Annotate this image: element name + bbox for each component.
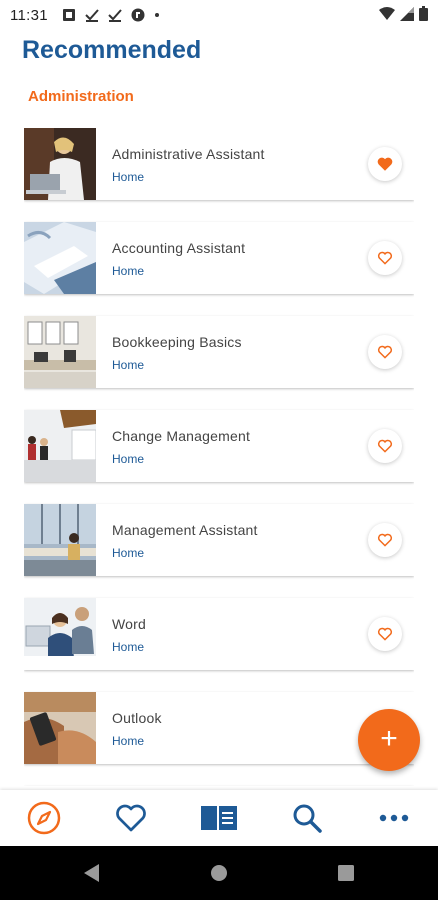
course-thumbnail: [24, 222, 96, 294]
course-list[interactable]: Administrative Assistant Home Accounting…: [24, 128, 414, 786]
nav-explore[interactable]: [14, 793, 74, 843]
favorite-button[interactable]: [368, 241, 402, 275]
home-icon[interactable]: [210, 863, 228, 883]
back-icon[interactable]: [82, 863, 100, 883]
course-title: Management Assistant: [112, 522, 258, 538]
documents-laptop-photo: [24, 222, 96, 294]
course-thumbnail: [24, 316, 96, 388]
page-title: Recommended: [22, 36, 202, 64]
heart-outline-icon: [377, 251, 393, 265]
check-icon: [85, 9, 99, 22]
course-thumbnail: [24, 692, 96, 764]
course-category[interactable]: Home: [112, 546, 144, 560]
add-button[interactable]: +: [358, 709, 420, 771]
course-category[interactable]: Home: [112, 640, 144, 654]
office-room-photo: [24, 316, 96, 388]
course-title: Word: [112, 616, 146, 632]
course-category[interactable]: Home: [112, 264, 144, 278]
heart-outline-icon: [377, 345, 393, 359]
course-title: Outlook: [112, 710, 162, 726]
status-bar: 11:31: [0, 0, 438, 30]
course-card[interactable]: Outlook Home: [24, 692, 414, 764]
favorite-button[interactable]: [368, 429, 402, 463]
compass-icon: [27, 801, 61, 835]
hands-phone-photo: [24, 692, 96, 764]
plus-icon: +: [380, 722, 398, 755]
favorite-button[interactable]: [368, 335, 402, 369]
nav-search[interactable]: [277, 793, 337, 843]
heart-outline-icon: [377, 439, 393, 453]
heart-filled-icon: [377, 157, 393, 171]
favorite-button[interactable]: [368, 147, 402, 181]
course-thumbnail: [24, 504, 96, 576]
heart-icon: [116, 804, 147, 832]
course-category[interactable]: Home: [112, 358, 144, 372]
course-category[interactable]: Home: [112, 170, 144, 184]
course-card[interactable]: Management Assistant Home: [24, 504, 414, 576]
section-header: Administration: [28, 88, 134, 105]
course-title: Accounting Assistant: [112, 240, 246, 256]
status-icons-left: [62, 8, 160, 22]
course-title: Administrative Assistant: [112, 146, 265, 162]
course-thumbnail: [24, 128, 96, 200]
people-computer-photo: [24, 598, 96, 670]
search-icon: [293, 804, 322, 833]
check-icon: [108, 9, 122, 22]
signal-icon: [400, 6, 414, 21]
catalog-icon: [200, 806, 237, 830]
course-title: Change Management: [112, 428, 251, 444]
dot-icon: [154, 13, 159, 17]
nav-favorites[interactable]: [101, 793, 161, 843]
course-card[interactable]: Bookkeeping Basics Home: [24, 316, 414, 388]
course-card[interactable]: Change Management Home: [24, 410, 414, 482]
course-card[interactable]: Accounting Assistant Home: [24, 222, 414, 294]
office-meeting-photo: [24, 410, 96, 482]
course-card[interactable]: Administrative Assistant Home: [24, 128, 414, 200]
nav-more[interactable]: [364, 793, 424, 843]
course-card[interactable]: Word Home: [24, 598, 414, 670]
course-thumbnail: [24, 410, 96, 482]
recents-icon[interactable]: [337, 863, 355, 883]
notification-app-icon: [62, 9, 75, 21]
course-title: Bookkeeping Basics: [112, 334, 242, 350]
heart-outline-icon: [377, 627, 393, 641]
status-icons-right: [379, 6, 428, 21]
course-category[interactable]: Home: [112, 734, 144, 748]
course-category[interactable]: Home: [112, 452, 144, 466]
office-window-photo: [24, 504, 96, 576]
wifi-icon: [379, 6, 395, 20]
nav-catalog[interactable]: [189, 793, 249, 843]
bottom-nav: [0, 790, 438, 846]
battery-icon: [419, 6, 428, 21]
woman-laptop-photo: [24, 128, 96, 200]
more-icon: [379, 814, 409, 822]
favorite-button[interactable]: [368, 523, 402, 557]
status-time: 11:31: [10, 6, 48, 24]
heart-outline-icon: [377, 533, 393, 547]
app-icon: [131, 8, 145, 22]
system-nav-bar: [0, 846, 438, 900]
course-thumbnail: [24, 598, 96, 670]
favorite-button[interactable]: [368, 617, 402, 651]
